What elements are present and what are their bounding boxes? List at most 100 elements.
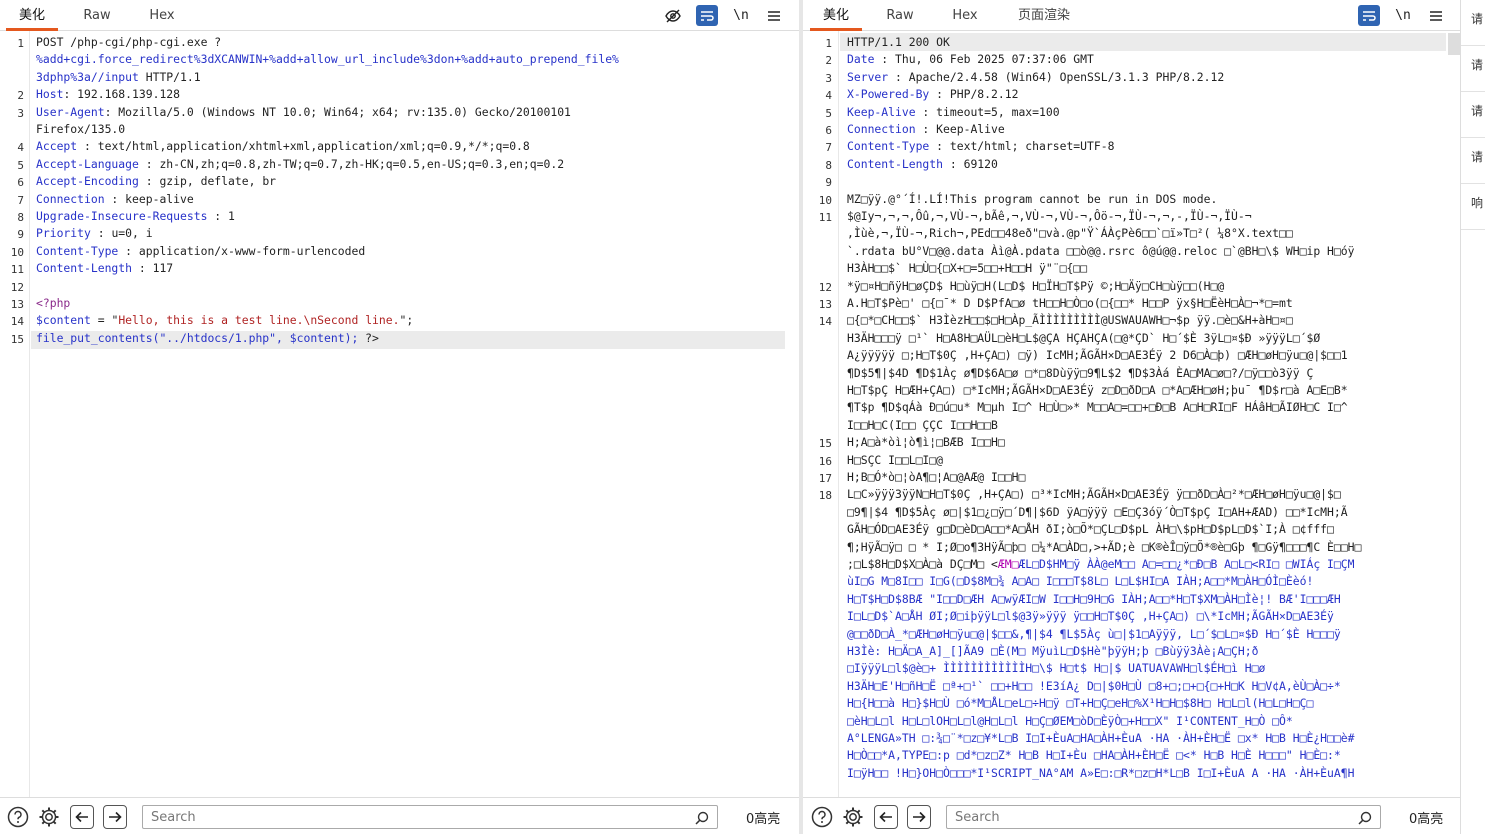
response-editor[interactable]: 1 2 3 4 5 6 7 8 9 10 11 12 13 14 15 16 17 18 HTTP/1.1 200…	[803, 31, 1460, 797]
request-tabbar: 美化 Raw Hex \n	[0, 0, 799, 31]
tab-hex[interactable]: Hex	[136, 0, 188, 31]
code-token: □{□*□CH□□$` H3ÌèzH□□$□H□Àp_ÃÌÌÌÌÌÌÌÌÌ@US…	[847, 313, 1293, 328]
code-line: Connection : Keep-Alive	[847, 121, 1005, 138]
menu-icon[interactable]	[1425, 5, 1447, 26]
response-code[interactable]: HTTP/1.1 200 OK Date : Thu, 06 Feb 2025 0…	[847, 31, 1456, 797]
line-number: 16	[818, 454, 832, 468]
help-icon[interactable]	[810, 805, 834, 829]
code-token: *ÿ□¤H□ñÿH□øÇD$ H□ùÿ□H(L□D$ H□ÏH□T$Pÿ ©;H…	[847, 278, 1225, 293]
tab-raw[interactable]: Raw	[875, 0, 925, 31]
code-token: ÆL□D$HM□ÿ ÀÀ@eM□□ A□=□□¿*□Ð□B A□L□<RI□ □…	[1018, 557, 1355, 571]
tab-raw[interactable]: Raw	[72, 0, 122, 31]
code-token: Accept	[36, 139, 78, 154]
code-token: H□{H□□à H□}$H□Ù □ó*M□ÅL□eL□÷H□ÿ □T+H□Ç□e…	[847, 696, 1314, 711]
hide-icon[interactable]	[662, 5, 684, 26]
search-icon	[1358, 810, 1372, 829]
next-match-icon[interactable]	[103, 805, 127, 829]
code-line: Upgrade-Insecure-Requests : 1	[36, 208, 235, 225]
line-number: 8	[17, 211, 24, 224]
request-editor[interactable]: 1 2 3 4 5 6 7 8 9 10 11 12 13 14 15 POST /php-cgi/php-…	[0, 31, 799, 797]
code-token: L□C»ÿÿÿ3ÿÿN□H□T$0Ç ,H+ÇA□) □³*IcMH;ÃGÃH×…	[847, 487, 1341, 502]
line-number: 15	[818, 437, 832, 451]
code-token: : gzip, deflate, br	[138, 174, 277, 189]
code-token: Content-Length	[847, 156, 944, 171]
request-code[interactable]: POST /php-cgi/php-cgi.exe ? %add+cgi.forc…	[36, 31, 795, 797]
match-count: 0高亮	[1409, 812, 1444, 827]
newline-toggle-icon[interactable]: \n	[730, 5, 752, 26]
code-token: : Apache/2.4.58 (Win64) OpenSSL/3.1.3 PH…	[888, 69, 1225, 84]
line-number: 4	[825, 89, 832, 103]
newline-toggle-icon[interactable]: \n	[1392, 5, 1414, 26]
next-match-icon[interactable]	[907, 805, 931, 829]
response-tabbar: 美化 Raw Hex 页面渲染 \n	[803, 0, 1460, 31]
side-item-request-body[interactable]: 请	[1461, 92, 1485, 138]
code-token: Date	[847, 52, 875, 67]
line-number: 6	[825, 124, 832, 137]
line-number: 13	[818, 298, 832, 311]
response-search-input[interactable]	[947, 806, 1329, 829]
scrollbar-thumb[interactable]	[1448, 33, 1460, 55]
settings-gear-icon[interactable]	[841, 805, 865, 829]
side-item-request-headers[interactable]: 请	[1461, 138, 1485, 184]
code-line: `.rdata bU°V□@@.data Àì@À.pdata □□ò@@.rs…	[847, 243, 1354, 260]
wrap-lines-icon[interactable]	[696, 5, 718, 26]
tab-pretty[interactable]: 美化	[6, 0, 58, 31]
code-line: X-Powered-By : PHP/8.2.12	[847, 86, 1018, 103]
tab-hex[interactable]: Hex	[940, 0, 990, 31]
previous-match-icon[interactable]	[874, 805, 898, 829]
code-line: Content-Type : application/x-www-form-ur…	[36, 243, 365, 260]
code-token: I□ÿH□□ !H□}OH□Ò□□□*I¹SCRIPT_NA°AM A»E□:□…	[847, 765, 1355, 780]
code-token: H□SÇC I□□L□I□@	[847, 452, 944, 467]
code-token: ¶D$5¶|$4D ¶D$1Àç ø¶D$6A□ø □*□8Dùÿÿ□9¶L$2…	[847, 365, 1314, 380]
line-number: 7	[17, 193, 24, 207]
side-item-request-attributes[interactable]: 请	[1461, 0, 1485, 46]
request-pane: 美化 Raw Hex \n 1 2 3 4 5 6 7 8 9 10 11 12 13 14 15 POST…	[0, 0, 799, 834]
code-token: ¶;HÿÃ□ÿ□ □ * I;Ø□o¶3HÿÃ□þ□ □¼*A□ÀD□,>+ÃD…	[847, 539, 1362, 554]
code-token: H;A□à*òì¦ò¶ì¦□BÆB I□□H□	[847, 435, 1005, 450]
code-line: ¶D$5¶|$4D ¶D$1Àç ø¶D$6A□ø □*□8Dùÿÿ□9¶L$2…	[847, 365, 1313, 382]
code-token: ¶T$p ¶D$qÁà Ð□ú□u* M□µh I□^ H□Ù□»* M□□A□…	[847, 400, 1348, 415]
line-number: 12	[818, 280, 832, 294]
code-token: $@Iy¬,¬,¬,Ôû,¬,VÙ-¬,bÃê,¬,VÙ-¬,VÙ-¬,Ôö-¬…	[847, 209, 1252, 223]
code-token: @□□ðD□À_*□ÆH□øH□ÿu□@|$□□&,¶|$4 ¶L$5Àç ù□…	[847, 626, 1341, 641]
code-line: User-Agent: Mozilla/5.0 (Windows NT 10.0…	[36, 104, 571, 121]
line-number: 3	[17, 106, 24, 120]
response-search-bar: 0高亮	[803, 797, 1460, 834]
code-line: Keep-Alive : timeout=5, max=100	[847, 104, 1060, 121]
code-token: : u=0, i	[90, 226, 153, 241]
line-number: 5	[825, 106, 832, 120]
wrap-lines-icon[interactable]	[1358, 5, 1380, 26]
line-number: 3	[825, 71, 832, 85]
line-number: 14	[818, 315, 832, 329]
code-line: □9¶|$4 ¶D$5Àç ø□|$1□¿□ÿ□´D¶|$6D ÿA□ÿÿÿ □…	[847, 504, 1348, 521]
code-token: : text/html,application/xhtml+xml,applic…	[77, 139, 530, 154]
code-token: Upgrade-Insecure-Requests	[36, 209, 208, 223]
code-line: H3Ìè: H□Ä□A_A]_[]ÃA9 □È(M□ MÿuìL□D$Hè"þÿ…	[847, 643, 1258, 660]
line-number: 2	[17, 89, 24, 103]
code-line: H3ÀH□□$` H□Ù□{□X+□=5□□+H□□H ÿ"¨□{□□	[847, 260, 1087, 277]
code-token: I□L□D$`A□ÅH ØI;Ø□iþÿÿL□l$@3ÿ»ÿÿÿ ÿ□□H□T$…	[847, 609, 1334, 624]
side-item-request-query[interactable]: 请	[1461, 46, 1485, 92]
code-line: Content-Length : 69120	[847, 156, 998, 173]
help-icon[interactable]	[6, 805, 30, 829]
code-token: : Keep-Alive	[915, 122, 1005, 136]
code-line: H□T$H□D$8BÆ "I□□D□ÆH A□wÿÆI□W I□□H□9H□G …	[847, 591, 1341, 608]
code-token: Connection	[36, 191, 105, 206]
code-line: Content-Type : text/html; charset=UTF-8	[847, 138, 1114, 155]
code-token: GÃH□ÓD□AE3Éÿ g□D□èD□A□□*A□ÅH ðI;ò□Õ*□ÇL□…	[847, 522, 1334, 537]
tab-render[interactable]: 页面渲染	[1007, 0, 1081, 31]
tab-pretty[interactable]: 美化	[810, 0, 862, 31]
code-token: %add+cgi.force_redirect%3dXCANWIN+%add+a…	[36, 52, 619, 67]
request-search-input[interactable]	[143, 806, 649, 829]
code-line: H□{H□□à H□}$H□Ù □ó*M□ÅL□eL□÷H□ÿ □T+H□Ç□e…	[847, 695, 1313, 712]
line-number: 9	[17, 228, 24, 242]
code-line: @□□ðD□À_*□ÆH□øH□ÿu□@|$□□&,¶|$4 ¶L$5Àç ù□…	[847, 626, 1341, 643]
code-line: ¶;HÿÃ□ÿ□ □ * I;Ø□o¶3HÿÃ□þ□ □¼*A□ÀD□,>+ÃD…	[847, 539, 1361, 556]
previous-match-icon[interactable]	[70, 805, 94, 829]
response-pane: 美化 Raw Hex 页面渲染 \n 1 2 3 4 5 6 7 8 9 10 11 12 13 14 15…	[803, 0, 1460, 834]
side-item-response-headers[interactable]: 响	[1461, 184, 1485, 230]
code-line: $@Iy¬,¬,¬,Ôû,¬,VÙ-¬,bÃê,¬,VÙ-¬,VÙ-¬,Ôö-¬…	[847, 208, 1252, 225]
settings-gear-icon[interactable]	[37, 805, 61, 829]
menu-icon[interactable]	[763, 5, 785, 26]
code-line: ùI□G M□8I□□ I□G(□D$8M□¾ A□A□ I□□□T$8L□ L…	[847, 573, 1313, 590]
